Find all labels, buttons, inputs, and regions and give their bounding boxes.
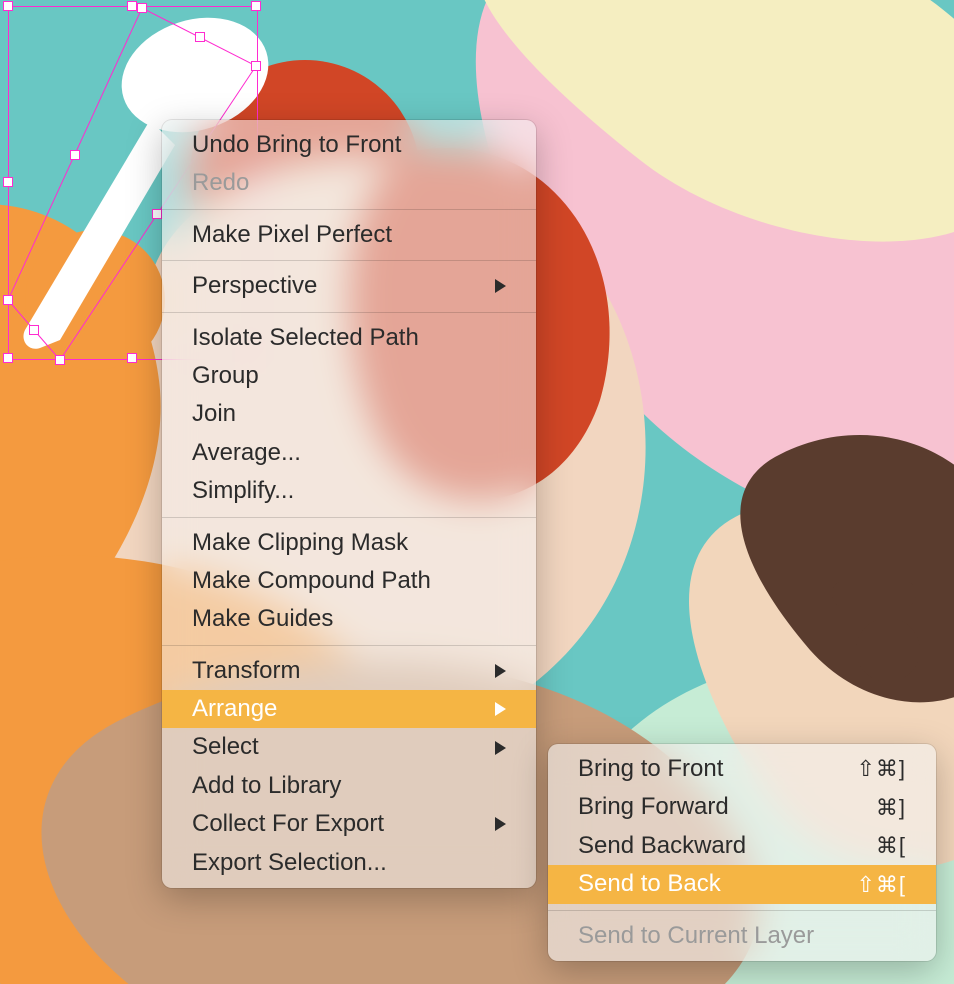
selection-handle-ne[interactable]: [251, 1, 261, 11]
menu-item-label: Bring Forward: [578, 791, 729, 823]
menu-item-isolate-selected-path[interactable]: Isolate Selected Path: [162, 319, 536, 357]
menu-item-join[interactable]: Join: [162, 395, 536, 433]
submenu-item-bring-forward[interactable]: Bring Forward ⌘]: [548, 788, 936, 826]
chevron-right-icon: [495, 817, 506, 831]
menu-item-make-pixel-perfect[interactable]: Make Pixel Perfect: [162, 216, 536, 254]
selection-handle-rot-b[interactable]: [251, 61, 261, 71]
menu-separator: [162, 260, 536, 261]
submenu-item-bring-to-front[interactable]: Bring to Front ⇧⌘]: [548, 750, 936, 788]
menu-item-select[interactable]: Select: [162, 728, 536, 766]
menu-item-label: Perspective: [192, 270, 317, 302]
selection-handle-w[interactable]: [3, 177, 13, 187]
selection-handle-rot-a[interactable]: [137, 3, 147, 13]
menu-item-redo: Redo: [162, 164, 536, 202]
menu-item-label: Redo: [192, 167, 249, 199]
chevron-right-icon: [495, 664, 506, 678]
menu-item-average[interactable]: Average...: [162, 434, 536, 472]
menu-item-undo[interactable]: Undo Bring to Front: [162, 126, 536, 164]
menu-item-label: Average...: [192, 437, 301, 469]
menu-item-make-clipping-mask[interactable]: Make Clipping Mask: [162, 524, 536, 562]
menu-item-shortcut: ⌘]: [876, 793, 906, 823]
menu-item-label: Collect For Export: [192, 808, 384, 840]
menu-item-transform[interactable]: Transform: [162, 652, 536, 690]
menu-item-label: Isolate Selected Path: [192, 322, 419, 354]
menu-item-shortcut: ⇧⌘[: [856, 870, 906, 900]
menu-item-simplify[interactable]: Simplify...: [162, 472, 536, 510]
chevron-right-icon: [495, 741, 506, 755]
menu-separator: [162, 312, 536, 313]
menu-item-make-compound-path[interactable]: Make Compound Path: [162, 562, 536, 600]
selection-handle-rot-bc[interactable]: [152, 209, 162, 219]
arrange-submenu: Bring to Front ⇧⌘] Bring Forward ⌘] Send…: [548, 744, 936, 961]
menu-item-label: Send to Back: [578, 868, 721, 900]
selection-handle-rot-cd[interactable]: [29, 325, 39, 335]
submenu-item-send-to-current-layer: Send to Current Layer: [548, 917, 936, 955]
menu-item-make-guides[interactable]: Make Guides: [162, 600, 536, 638]
menu-item-label: Make Compound Path: [192, 565, 431, 597]
menu-item-label: Add to Library: [192, 770, 341, 802]
context-menu: Undo Bring to Front Redo Make Pixel Perf…: [162, 120, 536, 888]
menu-separator: [162, 645, 536, 646]
menu-item-shortcut: ⌘[: [876, 831, 906, 861]
selection-handle-s[interactable]: [127, 353, 137, 363]
submenu-item-send-backward[interactable]: Send Backward ⌘[: [548, 827, 936, 865]
menu-item-collect-for-export[interactable]: Collect For Export: [162, 805, 536, 843]
menu-item-label: Join: [192, 398, 236, 430]
menu-separator: [162, 517, 536, 518]
menu-item-label: Arrange: [192, 693, 277, 725]
menu-item-label: Bring to Front: [578, 753, 723, 785]
menu-separator: [162, 209, 536, 210]
chevron-right-icon: [495, 279, 506, 293]
menu-item-add-to-library[interactable]: Add to Library: [162, 767, 536, 805]
selection-handle-rot-c[interactable]: [55, 355, 65, 365]
menu-item-label: Send to Current Layer: [578, 920, 814, 952]
menu-item-perspective[interactable]: Perspective: [162, 267, 536, 305]
selection-handle-n[interactable]: [127, 1, 137, 11]
menu-item-label: Export Selection...: [192, 847, 387, 879]
menu-item-group[interactable]: Group: [162, 357, 536, 395]
menu-item-label: Simplify...: [192, 475, 294, 507]
menu-item-arrange[interactable]: Arrange: [162, 690, 536, 728]
submenu-item-send-to-back[interactable]: Send to Back ⇧⌘[: [548, 865, 936, 903]
menu-item-label: Group: [192, 360, 259, 392]
menu-item-export-selection[interactable]: Export Selection...: [162, 844, 536, 882]
selection-handle-nw[interactable]: [3, 1, 13, 11]
selection-handle-rot-da[interactable]: [70, 150, 80, 160]
menu-item-label: Make Guides: [192, 603, 333, 635]
menu-item-label: Make Pixel Perfect: [192, 219, 392, 251]
menu-item-label: Transform: [192, 655, 300, 687]
selection-handle-rot-ab[interactable]: [195, 32, 205, 42]
menu-separator: [548, 910, 936, 911]
chevron-right-icon: [495, 702, 506, 716]
menu-item-label: Make Clipping Mask: [192, 527, 408, 559]
menu-item-label: Send Backward: [578, 830, 746, 862]
selection-handle-rot-d[interactable]: [3, 295, 13, 305]
menu-item-label: Select: [192, 731, 259, 763]
menu-item-label: Undo Bring to Front: [192, 129, 401, 161]
menu-item-shortcut: ⇧⌘]: [856, 754, 906, 784]
selection-handle-sw[interactable]: [3, 353, 13, 363]
